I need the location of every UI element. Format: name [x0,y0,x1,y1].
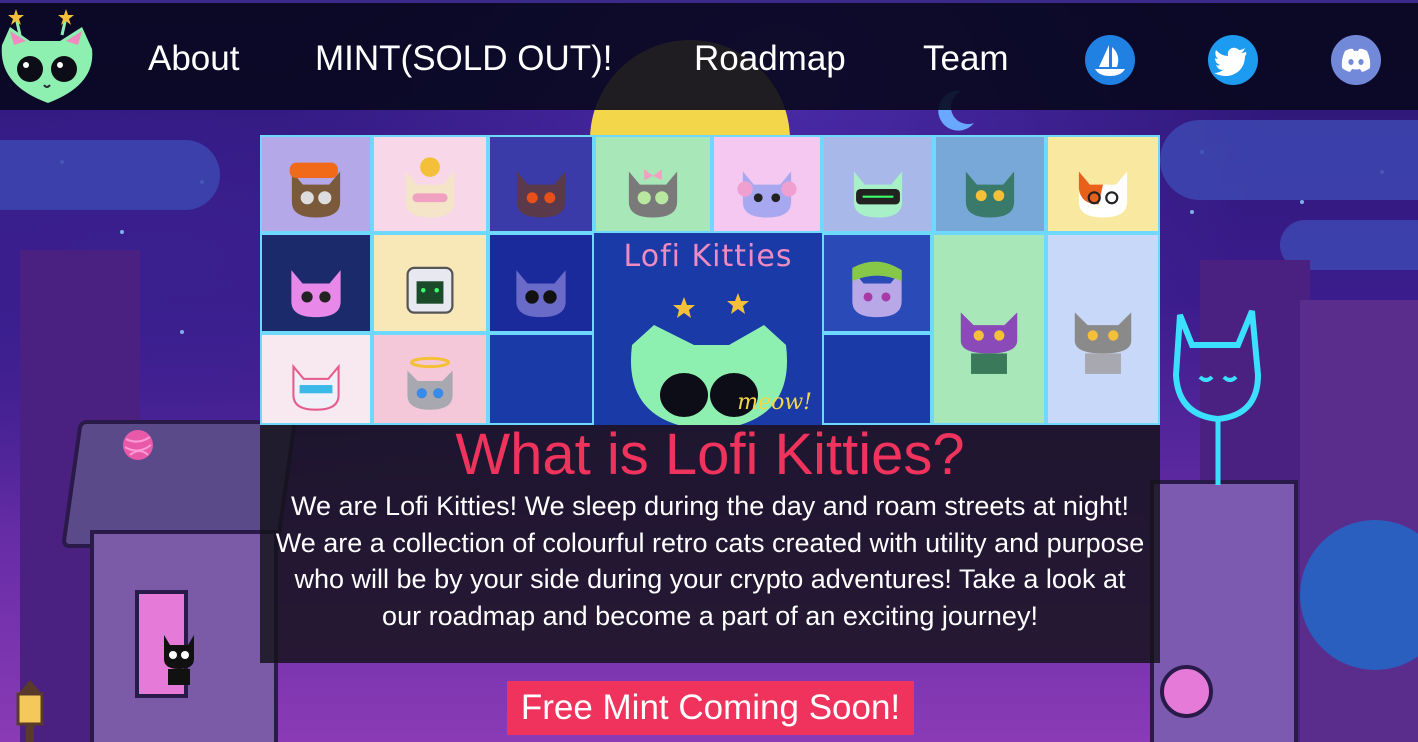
opensea-icon[interactable] [1085,35,1135,85]
neon-cat-sign [1172,309,1262,485]
discord-icon[interactable] [1331,35,1381,85]
kitty-tile [488,333,594,425]
nav-link-mint[interactable]: MINT(SOLD OUT)! [315,39,612,79]
lofi-kitties-logo[interactable] [0,5,96,109]
nav-link-team[interactable]: Team [923,39,1009,79]
lantern-icon [16,680,44,742]
about-title: What is Lofi Kitties? [455,422,965,487]
kitty-tile [372,135,488,233]
nav-link-about[interactable]: About [148,39,239,79]
kitty-tile [372,333,488,425]
twitter-icon[interactable] [1208,35,1258,85]
banner-center-tile: Lofi Kitties meow! [594,233,822,425]
yarn-ball-icon [123,430,153,460]
black-cat-icon [164,635,194,685]
kitty-tile [372,233,488,333]
kitty-tile [712,135,822,233]
kitty-tile [488,233,594,333]
nav-link-roadmap[interactable]: Roadmap [694,39,846,79]
kitty-tile [260,233,372,333]
banner-meow-text: meow! [737,390,812,415]
free-mint-button[interactable]: Free Mint Coming Soon! [507,681,914,735]
kitty-tile [594,135,712,233]
about-section: What is Lofi Kitties? We are Lofi Kittie… [260,425,1160,663]
kitty-tile [260,333,372,425]
kitty-tile [1046,135,1160,233]
kitty-tile [822,333,932,425]
kitty-tile [260,135,372,233]
kitty-tile [1046,233,1160,425]
kitty-tile [822,135,934,233]
about-description: We are Lofi Kitties! We sleep during the… [275,491,1145,631]
kitty-tile [932,233,1046,425]
kitty-tile [488,135,594,233]
kitty-tile [934,135,1046,233]
kitties-collage-banner: Lofi Kitties meow! [260,135,1160,425]
kitty-tile [822,233,932,333]
top-navigation-bar: About MINT(SOLD OUT)! Roadmap Team [0,0,1418,110]
banner-title: Lofi Kitties [623,239,793,274]
